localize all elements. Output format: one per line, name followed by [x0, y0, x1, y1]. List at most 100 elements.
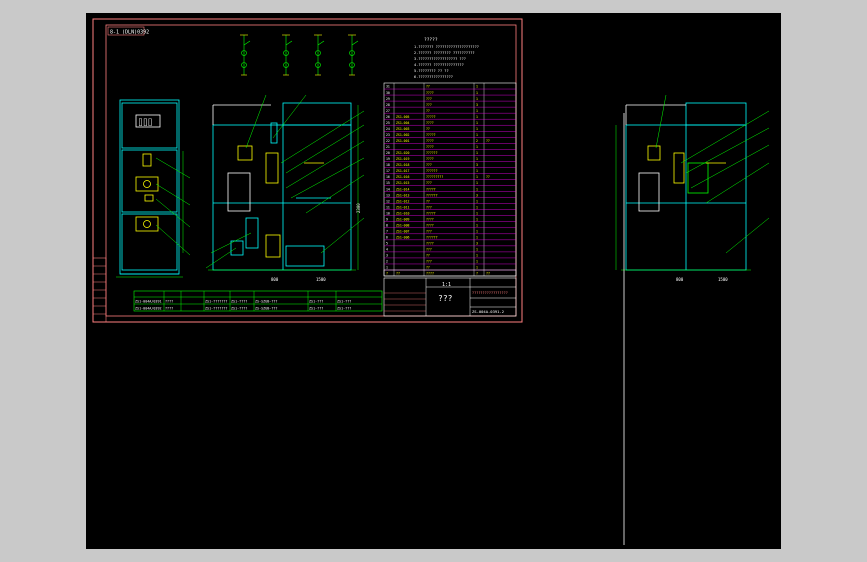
bom-cell: ????? [426, 187, 436, 191]
bom-header-row [383, 269, 517, 277]
bom-cell: 19 [386, 157, 390, 161]
note-5: 5.???????? ?? ?? [414, 69, 449, 73]
title-scale: 1:1 [442, 282, 451, 288]
bom-cell: ????? [426, 133, 436, 137]
bom-cell: 27 [386, 109, 390, 113]
bom-cell: 24 [386, 127, 390, 131]
bom-cell: ZS1-002 [396, 133, 410, 137]
bom-cell: ??? [426, 205, 432, 209]
schematics [240, 34, 359, 76]
bom-cell: 13 [386, 193, 390, 197]
relay-glyphs: ⌷⌷⌷ [138, 118, 152, 127]
bom-cell: 2 [476, 139, 478, 143]
front-view: ⌷⌷⌷ [116, 99, 183, 278]
bom-h-4: ? [476, 272, 478, 276]
bom-cell: ??? [426, 248, 432, 252]
bom-cell: ZS1-006 [396, 236, 410, 240]
bom-cell: 1 [386, 266, 388, 270]
bom-cell: 1 [476, 85, 478, 89]
title-drawing-no: ZS-004A-0391-2 [472, 309, 504, 314]
title-company: ????????????????? [472, 291, 508, 295]
bom-cell: ?? [426, 85, 430, 89]
title-block: 1:1 ??? ????????????????? ZS-004A-0391-2 [383, 277, 517, 317]
bom-cell: 20 [386, 151, 390, 155]
bom-cell: 1 [476, 121, 478, 125]
bom-cell: 1 [476, 151, 478, 155]
bom-cell: ZS1-018 [396, 163, 410, 167]
bom-cell: ?????? [426, 151, 438, 155]
bom-cell: 30 [386, 91, 390, 95]
bom-h-3: ???? [426, 272, 434, 276]
bom-cell: ???? [426, 145, 434, 149]
bom-table: 31?? 130???? 129??? 128??? 327?? 126 ZS1-005??… [383, 82, 517, 277]
bom-cell: 7 [386, 230, 388, 234]
notes-title: ????? [424, 37, 438, 43]
bt-r2-c6: ZS-SZUB-??? [255, 307, 277, 311]
bom-cell: ??? [426, 103, 432, 107]
cad-viewport[interactable]: 8-1 (DLN)0392 ⌷⌷⌷ ????? 1.??????? ??????… [86, 13, 781, 549]
dim-width-main: 800 [271, 277, 279, 282]
bom-cell: ZS1-008 [396, 223, 410, 227]
bom-cell: ?????? [426, 193, 438, 197]
bottom-table: ZS1-004A/0391 ???? ZS1-??????? ZS1-???? … [133, 290, 383, 312]
revision-strip [92, 257, 107, 323]
bom-cell: ?? [426, 109, 430, 113]
bom-cell: ZS1-020 [396, 151, 410, 155]
bom-cell: ZS1-016 [396, 175, 410, 179]
bom-cell: 16 [386, 175, 390, 179]
bom-cell: 29 [386, 97, 390, 101]
note-2: 2.?????? ???????? ?????????? [414, 51, 475, 55]
bom-cell: 12 [386, 199, 390, 203]
bom-cell: 21 [386, 145, 390, 149]
bt-r2-c7: ZS1-??? [309, 307, 323, 311]
bom-cell: ZS1-005 [396, 115, 410, 119]
bom-cell: ????? [426, 211, 436, 215]
bom-cell: ZS1-001 [396, 139, 410, 143]
bom-cell: 3 [476, 163, 478, 167]
bom-cell: ZS1-011 [396, 205, 410, 209]
bom-cell: ???? [426, 121, 434, 125]
side-view [208, 102, 356, 271]
bom-h-2: ?? [396, 272, 400, 276]
bt-r2-c2: ???? [165, 307, 173, 311]
title-drawing-name: ??? [438, 294, 453, 303]
bom-cell: 1 [476, 127, 478, 131]
bom-cell: 18 [386, 163, 390, 167]
bom-cell: 1 [476, 109, 478, 113]
bom-cell: 15 [386, 181, 390, 185]
bt-r2-c4: ZS1-??????? [205, 307, 227, 311]
bom-cell: ZS1-015 [396, 181, 410, 185]
note-6: 6.???????????????? [414, 75, 453, 79]
bom-cell: ZS1-004 [396, 121, 410, 125]
bom-cell: 3 [476, 242, 478, 246]
bom-cell: 11 [386, 205, 390, 209]
bom-cell: ????? [426, 115, 436, 119]
bom-cell: 1 [476, 157, 478, 161]
bom-cell: 1 [476, 211, 478, 215]
right-side-view [621, 102, 751, 271]
bom-cell: 1 [476, 97, 478, 101]
note-4: 4.?????? ?????????????? [414, 63, 464, 67]
bom-cell: 1 [476, 169, 478, 173]
bom-cell: 1 [476, 91, 478, 95]
bom-cell: 9 [386, 217, 388, 221]
bt-r1-c1: ZS1-004A/0391 [135, 300, 162, 304]
bom-cell: 3 [386, 254, 388, 258]
bom-cell: 26 [386, 115, 390, 119]
bom-cell: ZS1-009 [396, 217, 410, 221]
bom-cell: 1 [476, 199, 478, 203]
notes: ????? 1.??????? ???????????????????? 2.?… [414, 37, 479, 79]
bom-cell: 2 [386, 260, 388, 264]
bom-cell: 1 [476, 181, 478, 185]
bom-cell: 3 [476, 193, 478, 197]
bom-cell: 1 [476, 205, 478, 209]
bom-cell: 1 [476, 230, 478, 234]
dim-height-main: 2300 [356, 203, 361, 213]
bt-r1-c4: ZS1-??????? [205, 300, 227, 304]
bom-cell: 1 [476, 145, 478, 149]
bom-cell: 1 [476, 260, 478, 264]
bom-cell: 1 [476, 248, 478, 252]
bom-cell: ?? [426, 199, 430, 203]
bom-cell: 28 [386, 103, 390, 107]
bom-cell: ???? [426, 91, 434, 95]
